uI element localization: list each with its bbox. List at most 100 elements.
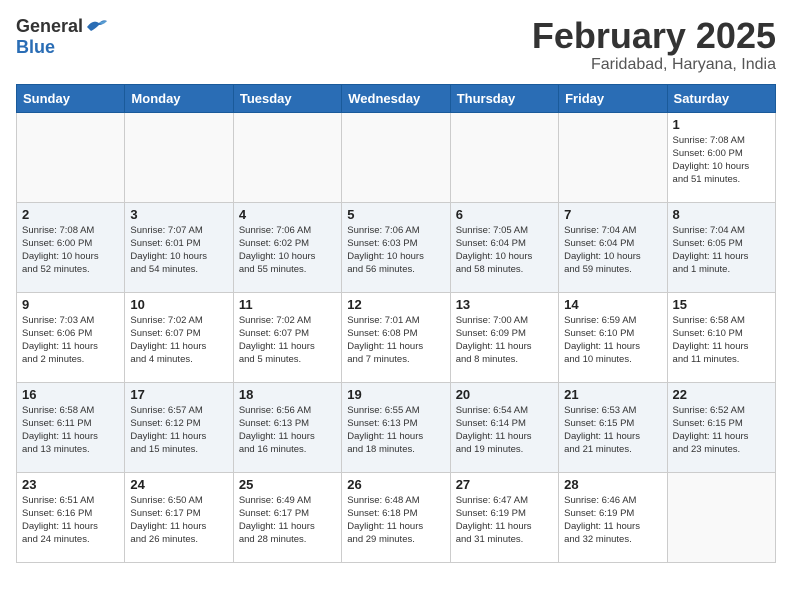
day-info: Sunrise: 6:56 AM Sunset: 6:13 PM Dayligh… — [239, 404, 336, 457]
calendar-week-row: 16Sunrise: 6:58 AM Sunset: 6:11 PM Dayli… — [17, 382, 776, 472]
calendar-day-cell: 18 Sunrise: 6:56 AM Sunset: 6:13 PM Dayli… — [233, 382, 341, 472]
calendar-day-cell: 5 Sunrise: 7:06 AM Sunset: 6:03 PM Daylig… — [342, 202, 450, 292]
day-number: 17 — [130, 387, 227, 402]
day-number: 5 — [347, 207, 444, 222]
day-info: Sunrise: 7:06 AM Sunset: 6:02 PM Dayligh… — [239, 224, 336, 277]
header-monday: Monday — [125, 84, 233, 112]
calendar-day-cell: 14 Sunrise: 6:59 AM Sunset: 6:10 PM Dayli… — [559, 292, 667, 382]
calendar-location: Faridabad, Haryana, India — [532, 56, 776, 74]
calendar-day-cell — [17, 112, 125, 202]
day-number: 10 — [130, 297, 227, 312]
day-info: Sunrise: 7:08 AM Sunset: 6:00 PM Dayligh… — [22, 224, 119, 277]
day-number: 25 — [239, 477, 336, 492]
calendar-day-cell — [342, 112, 450, 202]
logo-general-text: General — [16, 16, 83, 37]
day-number: 19 — [347, 387, 444, 402]
calendar-day-cell: 19 Sunrise: 6:55 AM Sunset: 6:13 PM Dayli… — [342, 382, 450, 472]
day-info: Sunrise: 6:59 AM Sunset: 6:10 PM Dayligh… — [564, 314, 661, 367]
day-info: Sunrise: 7:07 AM Sunset: 6:01 PM Dayligh… — [130, 224, 227, 277]
calendar-day-cell: 11 Sunrise: 7:02 AM Sunset: 6:07 PM Dayli… — [233, 292, 341, 382]
day-info: Sunrise: 7:06 AM Sunset: 6:03 PM Dayligh… — [347, 224, 444, 277]
day-info: Sunrise: 6:54 AM Sunset: 6:14 PM Dayligh… — [456, 404, 553, 457]
day-number: 9 — [22, 297, 119, 312]
day-info: Sunrise: 6:58 AM Sunset: 6:10 PM Dayligh… — [673, 314, 770, 367]
day-number: 8 — [673, 207, 770, 222]
day-info: Sunrise: 6:50 AM Sunset: 6:17 PM Dayligh… — [130, 494, 227, 547]
calendar-day-cell: 2 Sunrise: 7:08 AM Sunset: 6:00 PM Daylig… — [17, 202, 125, 292]
calendar-day-cell: 12 Sunrise: 7:01 AM Sunset: 6:08 PM Dayli… — [342, 292, 450, 382]
header-sunday: Sunday — [17, 84, 125, 112]
header-saturday: Saturday — [667, 84, 775, 112]
day-number: 14 — [564, 297, 661, 312]
day-number: 22 — [673, 387, 770, 402]
calendar-day-cell: 13 Sunrise: 7:00 AM Sunset: 6:09 PM Dayli… — [450, 292, 558, 382]
calendar-day-cell: 8 Sunrise: 7:04 AM Sunset: 6:05 PM Daylig… — [667, 202, 775, 292]
calendar-day-cell: 3 Sunrise: 7:07 AM Sunset: 6:01 PM Daylig… — [125, 202, 233, 292]
calendar-day-cell — [667, 472, 775, 562]
page-header: General Blue February 2025 Faridabad, Ha… — [16, 16, 776, 74]
day-info: Sunrise: 7:00 AM Sunset: 6:09 PM Dayligh… — [456, 314, 553, 367]
day-number: 20 — [456, 387, 553, 402]
day-number: 1 — [673, 117, 770, 132]
day-number: 12 — [347, 297, 444, 312]
calendar-day-cell: 27 Sunrise: 6:47 AM Sunset: 6:19 PM Dayli… — [450, 472, 558, 562]
day-info: Sunrise: 6:47 AM Sunset: 6:19 PM Dayligh… — [456, 494, 553, 547]
calendar-day-cell: 25 Sunrise: 6:49 AM Sunset: 6:17 PM Dayli… — [233, 472, 341, 562]
day-info: Sunrise: 6:49 AM Sunset: 6:17 PM Dayligh… — [239, 494, 336, 547]
calendar-day-cell: 7 Sunrise: 7:04 AM Sunset: 6:04 PM Daylig… — [559, 202, 667, 292]
calendar-day-cell: 10 Sunrise: 7:02 AM Sunset: 6:07 PM Dayli… — [125, 292, 233, 382]
day-info: Sunrise: 6:57 AM Sunset: 6:12 PM Dayligh… — [130, 404, 227, 457]
header-friday: Friday — [559, 84, 667, 112]
day-number: 7 — [564, 207, 661, 222]
logo: General Blue — [16, 16, 109, 58]
calendar-day-cell: 17 Sunrise: 6:57 AM Sunset: 6:12 PM Dayli… — [125, 382, 233, 472]
calendar-day-cell — [559, 112, 667, 202]
day-number: 2 — [22, 207, 119, 222]
day-info: Sunrise: 7:04 AM Sunset: 6:04 PM Dayligh… — [564, 224, 661, 277]
day-number: 24 — [130, 477, 227, 492]
day-number: 3 — [130, 207, 227, 222]
calendar-week-row: 9 Sunrise: 7:03 AM Sunset: 6:06 PM Daylig… — [17, 292, 776, 382]
calendar-week-row: 1 Sunrise: 7:08 AM Sunset: 6:00 PM Daylig… — [17, 112, 776, 202]
calendar-day-cell — [450, 112, 558, 202]
day-info: Sunrise: 7:02 AM Sunset: 6:07 PM Dayligh… — [239, 314, 336, 367]
calendar-day-cell — [125, 112, 233, 202]
header-tuesday: Tuesday — [233, 84, 341, 112]
calendar-day-cell: 1 Sunrise: 7:08 AM Sunset: 6:00 PM Daylig… — [667, 112, 775, 202]
calendar-week-row: 23Sunrise: 6:51 AM Sunset: 6:16 PM Dayli… — [17, 472, 776, 562]
day-number: 4 — [239, 207, 336, 222]
day-info: Sunrise: 6:58 AM Sunset: 6:11 PM Dayligh… — [22, 404, 119, 457]
calendar-header-row: SundayMondayTuesdayWednesdayThursdayFrid… — [17, 84, 776, 112]
day-number: 27 — [456, 477, 553, 492]
logo-bird-icon — [85, 17, 109, 37]
calendar-day-cell: 15Sunrise: 6:58 AM Sunset: 6:10 PM Dayli… — [667, 292, 775, 382]
day-info: Sunrise: 7:04 AM Sunset: 6:05 PM Dayligh… — [673, 224, 770, 277]
logo-blue-text: Blue — [16, 37, 55, 58]
day-info: Sunrise: 7:03 AM Sunset: 6:06 PM Dayligh… — [22, 314, 119, 367]
day-info: Sunrise: 7:05 AM Sunset: 6:04 PM Dayligh… — [456, 224, 553, 277]
calendar-day-cell: 6 Sunrise: 7:05 AM Sunset: 6:04 PM Daylig… — [450, 202, 558, 292]
day-number: 6 — [456, 207, 553, 222]
calendar-table: SundayMondayTuesdayWednesdayThursdayFrid… — [16, 84, 776, 563]
calendar-day-cell: 21Sunrise: 6:53 AM Sunset: 6:15 PM Dayli… — [559, 382, 667, 472]
day-info: Sunrise: 6:46 AM Sunset: 6:19 PM Dayligh… — [564, 494, 661, 547]
day-number: 11 — [239, 297, 336, 312]
day-number: 28 — [564, 477, 661, 492]
calendar-day-cell: 16Sunrise: 6:58 AM Sunset: 6:11 PM Dayli… — [17, 382, 125, 472]
calendar-day-cell: 24 Sunrise: 6:50 AM Sunset: 6:17 PM Dayli… — [125, 472, 233, 562]
day-number: 13 — [456, 297, 553, 312]
calendar-day-cell: 20 Sunrise: 6:54 AM Sunset: 6:14 PM Dayli… — [450, 382, 558, 472]
calendar-week-row: 2 Sunrise: 7:08 AM Sunset: 6:00 PM Daylig… — [17, 202, 776, 292]
calendar-day-cell: 22 Sunrise: 6:52 AM Sunset: 6:15 PM Dayli… — [667, 382, 775, 472]
day-info: Sunrise: 7:01 AM Sunset: 6:08 PM Dayligh… — [347, 314, 444, 367]
day-number: 23 — [22, 477, 119, 492]
day-info: Sunrise: 7:02 AM Sunset: 6:07 PM Dayligh… — [130, 314, 227, 367]
day-number: 21 — [564, 387, 661, 402]
day-info: Sunrise: 7:08 AM Sunset: 6:00 PM Dayligh… — [673, 134, 770, 187]
calendar-day-cell: 9 Sunrise: 7:03 AM Sunset: 6:06 PM Daylig… — [17, 292, 125, 382]
day-info: Sunrise: 6:52 AM Sunset: 6:15 PM Dayligh… — [673, 404, 770, 457]
calendar-day-cell: 28 Sunrise: 6:46 AM Sunset: 6:19 PM Dayli… — [559, 472, 667, 562]
day-number: 18 — [239, 387, 336, 402]
day-info: Sunrise: 6:55 AM Sunset: 6:13 PM Dayligh… — [347, 404, 444, 457]
header-wednesday: Wednesday — [342, 84, 450, 112]
